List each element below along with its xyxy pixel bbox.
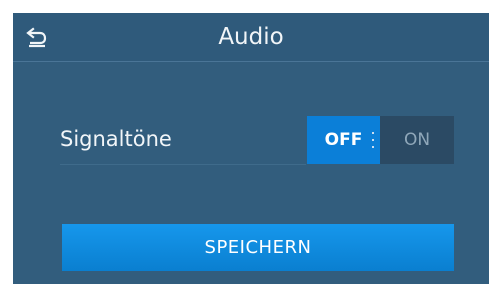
audio-settings-screen: Audio Signaltöne OFF ON SPEICHERN [13, 13, 489, 284]
back-button[interactable] [13, 13, 61, 61]
save-button[interactable]: SPEICHERN [62, 224, 454, 271]
header-bar: Audio [13, 13, 489, 62]
toggle-handle-dots [372, 132, 375, 148]
signal-tones-toggle[interactable]: OFF ON [307, 116, 454, 164]
signal-tones-label: Signaltöne [60, 127, 172, 151]
signal-tones-setting: Signaltöne OFF ON [60, 113, 454, 165]
toggle-off-option[interactable]: OFF [307, 116, 380, 164]
setting-divider [60, 164, 306, 165]
back-arrow-icon [26, 27, 47, 48]
page-title: Audio [218, 24, 284, 50]
toggle-on-option[interactable]: ON [380, 116, 454, 164]
